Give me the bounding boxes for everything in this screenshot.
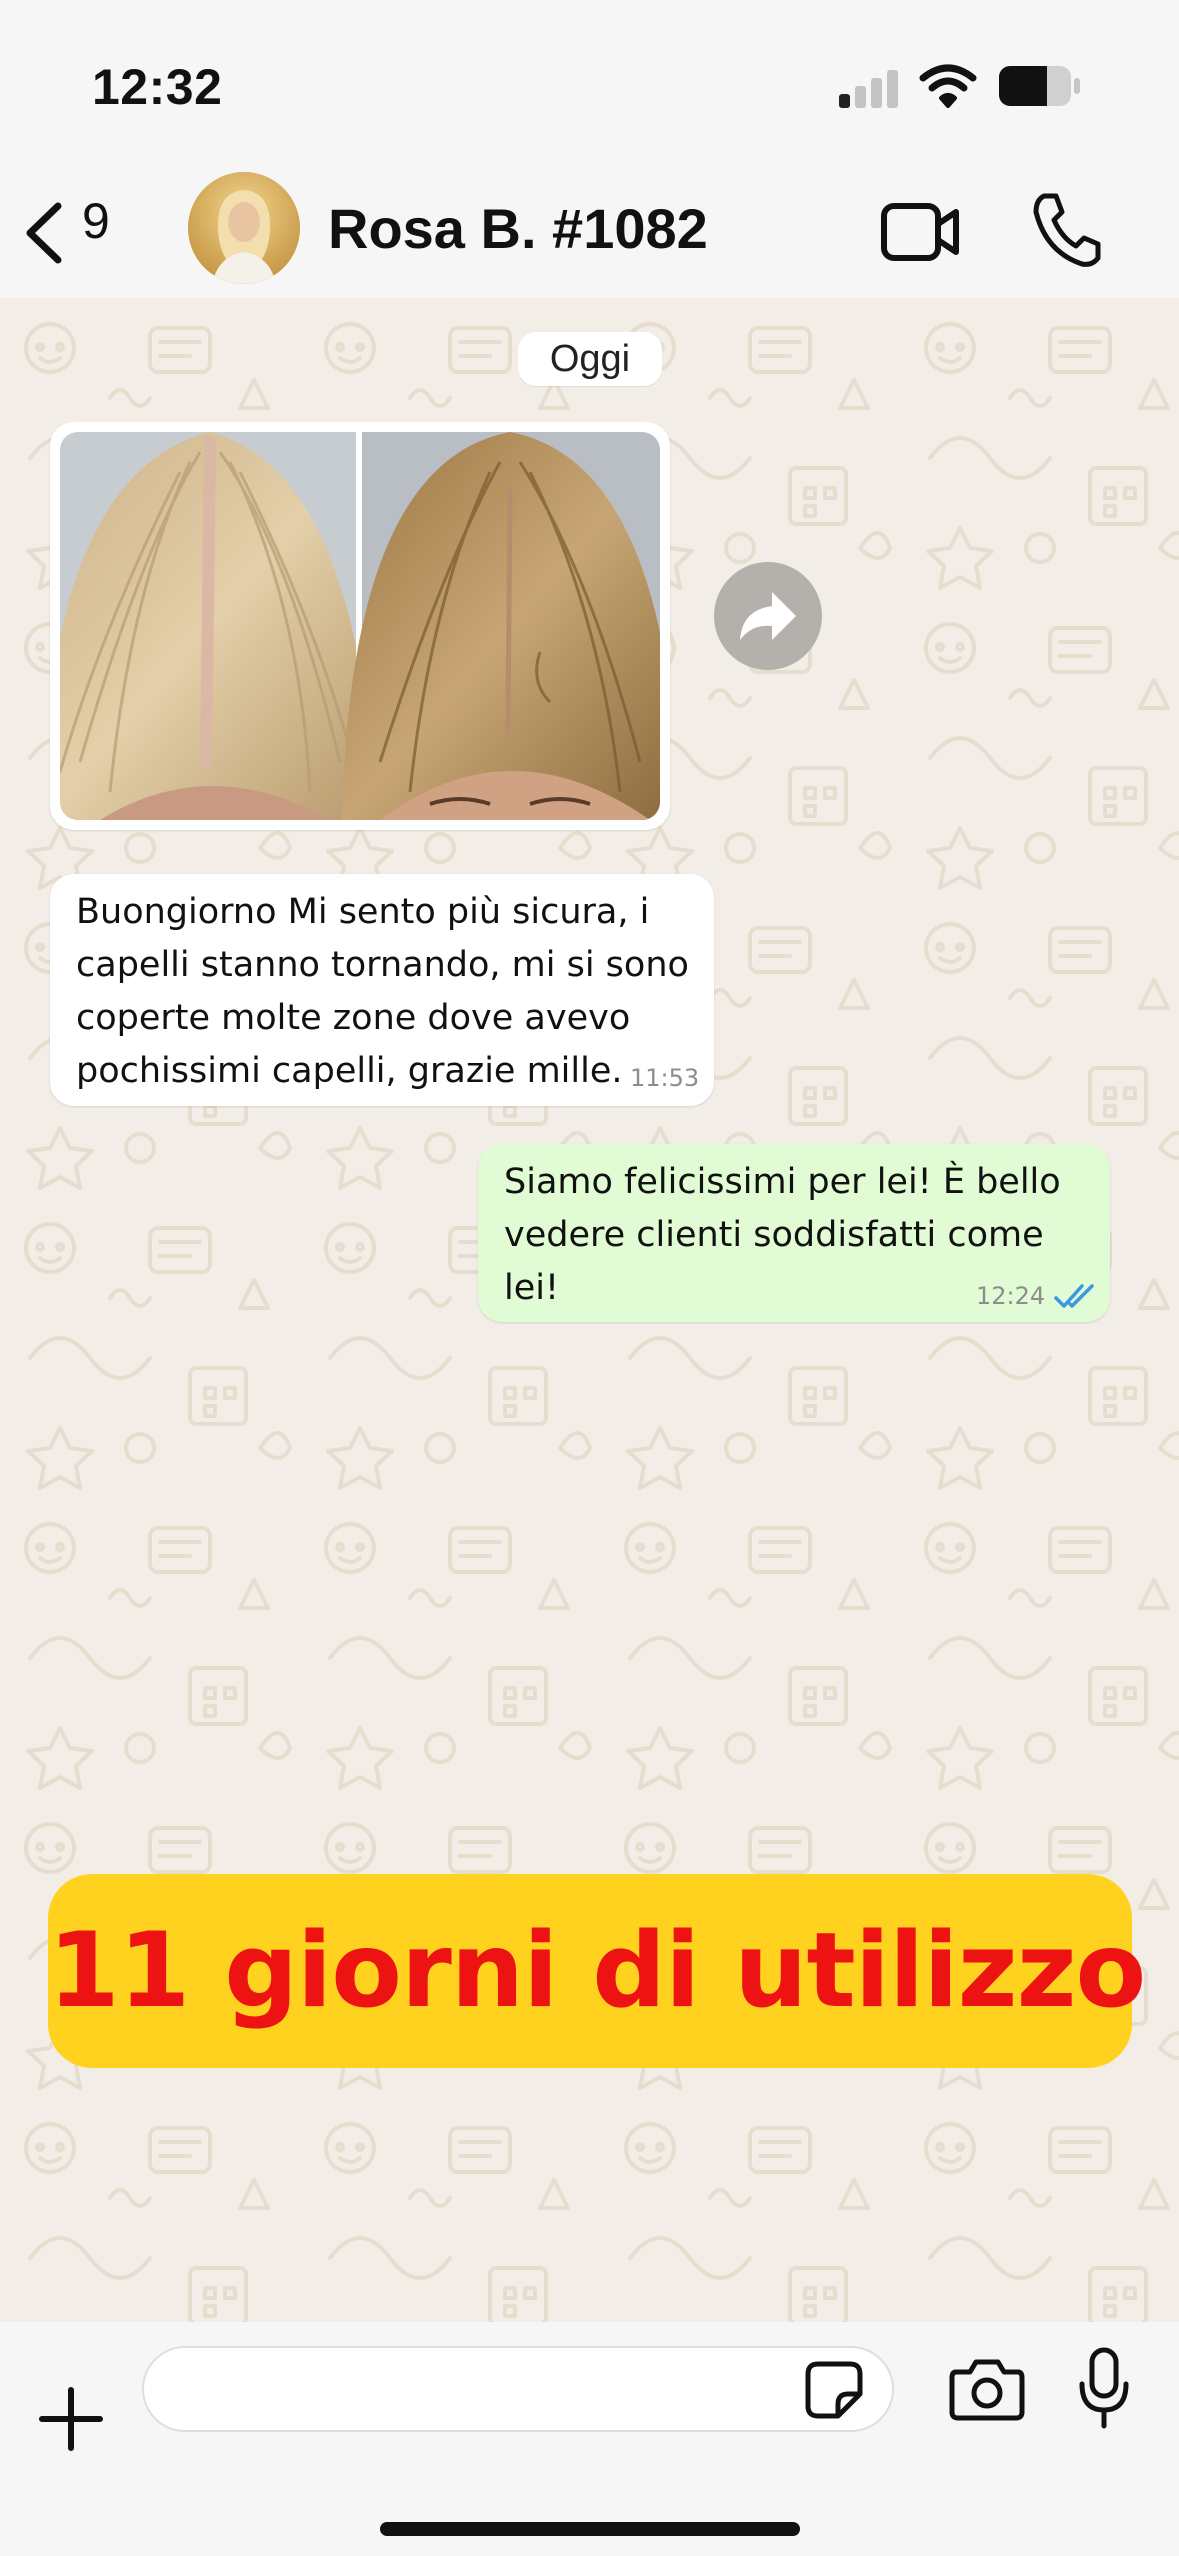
wifi-icon (919, 64, 977, 108)
attach-button[interactable] (36, 2384, 106, 2454)
back-button[interactable] (20, 188, 140, 278)
camera-icon (949, 2359, 1025, 2421)
message-input[interactable] (142, 2346, 894, 2432)
microphone-icon (1079, 2347, 1129, 2429)
chat-header: 9 Rosa B. #1082 (0, 170, 1179, 298)
chevron-left-icon (26, 202, 62, 264)
status-bar: 12:32 (0, 0, 1179, 170)
contact-name[interactable]: Rosa B. #1082 (328, 196, 708, 261)
unread-count[interactable]: 9 (82, 192, 110, 250)
before-after-photo[interactable] (60, 432, 660, 820)
forward-icon (740, 592, 796, 640)
home-indicator (380, 2522, 800, 2536)
plus-icon (39, 2387, 103, 2451)
avatar[interactable] (188, 172, 300, 284)
message-timestamp: 11:53 (630, 1064, 700, 1092)
phone-icon (1033, 193, 1101, 267)
microphone-button[interactable] (1076, 2346, 1132, 2432)
camera-button[interactable] (948, 2356, 1026, 2422)
sticker-icon (805, 2361, 863, 2419)
cellular-signal-icon (839, 68, 899, 108)
message-line: pochissimi capelli, grazie mille. (76, 1051, 623, 1091)
incoming-message-text: Buongiorno Mi sento più sicura, i capell… (76, 886, 689, 1098)
video-call-button[interactable] (880, 196, 962, 268)
message-timestamp: 12:24 (976, 1282, 1046, 1310)
date-chip: Oggi (518, 332, 662, 386)
incoming-message[interactable]: Buongiorno Mi sento più sicura, i capell… (50, 874, 714, 1106)
voice-call-button[interactable] (1030, 190, 1102, 270)
message-line: vedere clienti soddisfatti come (504, 1215, 1044, 1255)
message-line: Siamo felicissimi per lei! È bello (504, 1162, 1061, 1202)
promo-text: 11 giorni di utilizzo (48, 1911, 1146, 2031)
sticker-button[interactable] (804, 2360, 864, 2420)
outgoing-message[interactable]: Siamo felicissimi per lei! È bello veder… (478, 1144, 1110, 1322)
message-line: Buongiorno Mi sento più sicura, i (76, 892, 650, 932)
input-bar (0, 2322, 1179, 2556)
message-line: capelli stanno tornando, mi si sono (76, 945, 689, 985)
battery-icon (999, 66, 1080, 106)
chat-area[interactable]: Oggi Buongiorno Mi sento più sicura, i c… (0, 298, 1179, 2322)
status-time: 12:32 (92, 59, 223, 115)
forward-button[interactable] (714, 562, 822, 670)
image-message[interactable] (50, 422, 670, 830)
promo-banner: 11 giorni di utilizzo (48, 1874, 1146, 2068)
message-line: coperte molte zone dove avevo (76, 998, 631, 1038)
video-camera-icon (881, 203, 959, 261)
read-receipt-icon (1054, 1284, 1094, 1308)
